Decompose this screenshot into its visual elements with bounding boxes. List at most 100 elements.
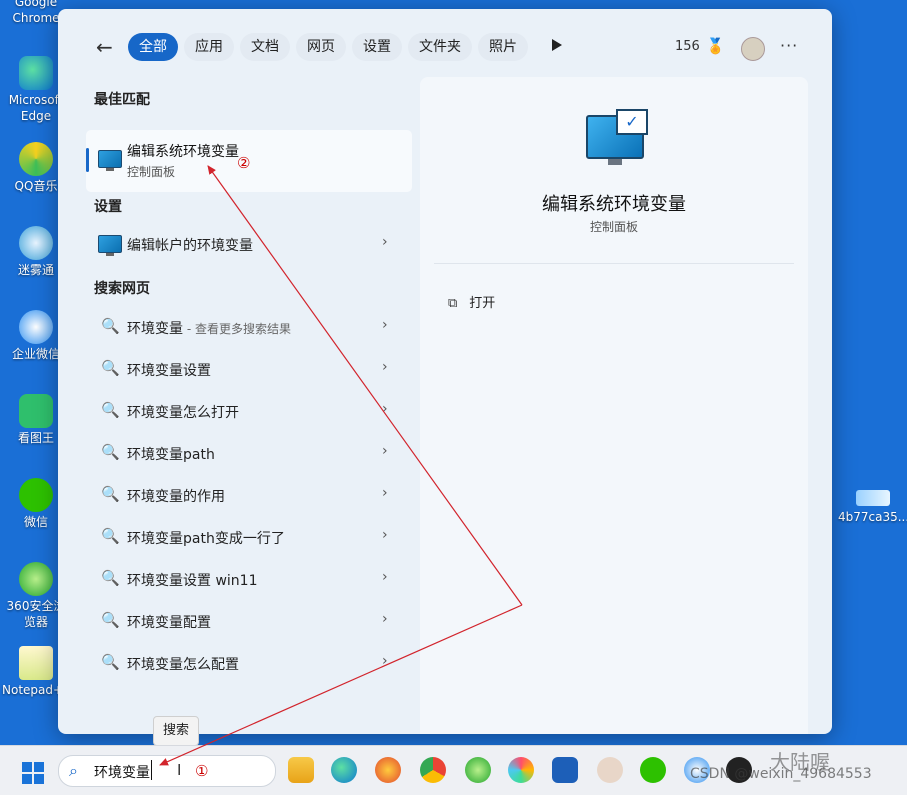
- settings-header: 设置: [94, 199, 122, 215]
- search-icon: 🔍: [101, 485, 120, 503]
- file-explorer-icon[interactable]: [288, 757, 314, 783]
- search-icon: 🔍: [101, 401, 120, 419]
- chevron-right-icon: ›: [382, 485, 388, 501]
- back-arrow-icon[interactable]: ←: [96, 35, 113, 59]
- web-result-item[interactable]: 🔍 环境变量设置 win11 ›: [86, 559, 412, 599]
- web-result-item[interactable]: 🔍 环境变量path ›: [86, 433, 412, 473]
- image-file-icon: [856, 490, 890, 506]
- tab-folders[interactable]: 文件夹: [408, 33, 472, 61]
- step-marker-2: ②: [237, 154, 251, 172]
- cube-app-icon[interactable]: [552, 757, 578, 783]
- windows-logo-icon: [22, 774, 32, 784]
- search-icon: 🔍: [101, 611, 120, 629]
- windows-logo-icon: [22, 762, 32, 772]
- desktop-icon-image-file[interactable]: 4b77ca35...: [838, 490, 907, 524]
- chevron-right-icon: ›: [382, 234, 388, 250]
- tab-settings[interactable]: 设置: [352, 33, 402, 61]
- search-icon: 🔍: [101, 527, 120, 545]
- taskbar: ⌕ 环境变量 I ① CSDN @weixin_49684553 大陆喔: [0, 745, 907, 795]
- web-result-label: 环境变量怎么打开: [127, 405, 239, 421]
- search-icon: ⌕: [69, 761, 78, 780]
- search-icon: 🔍: [101, 569, 120, 587]
- preview-pane: ✓ 编辑系统环境变量 控制面板 ⧉ 打开: [420, 77, 808, 734]
- chevron-right-icon: ›: [382, 611, 388, 627]
- step-marker-1: ①: [195, 762, 209, 780]
- search-panel: ← 全部 应用 文档 网页 设置 文件夹 照片 156 🏅 ··· 最佳匹配 编…: [58, 9, 832, 734]
- web-result-item[interactable]: 🔍 环境变量怎么打开 ›: [86, 391, 412, 431]
- filter-tab-bar: ← 全部 应用 文档 网页 设置 文件夹 照片 156 🏅 ···: [58, 9, 832, 87]
- preview-title: 编辑系统环境变量: [542, 194, 686, 215]
- wechat-icon[interactable]: [640, 757, 666, 783]
- web-result-label: 环境变量设置 win11: [127, 573, 258, 589]
- web-result-label: 环境变量path变成一行了: [127, 531, 285, 547]
- best-match-subtitle: 控制面板: [127, 165, 176, 179]
- rewards-medal-icon[interactable]: 🏅: [706, 37, 725, 55]
- web-result-item[interactable]: 🔍 环境变量path变成一行了 ›: [86, 517, 412, 557]
- firefox-icon[interactable]: [375, 757, 401, 783]
- web-result-query: 环境变量: [127, 321, 183, 337]
- web-result-item[interactable]: 🔍 环境变量怎么配置 ›: [86, 643, 412, 683]
- system-properties-icon: [98, 150, 122, 171]
- system-properties-large-icon: ✓: [586, 109, 648, 165]
- search-icon: 🔍: [101, 317, 120, 335]
- wecom-icon: [19, 310, 53, 344]
- notepad-plus-plus-icon: [19, 646, 53, 680]
- more-options-icon[interactable]: ···: [780, 36, 798, 55]
- web-result-label: 环境变量配置: [127, 615, 211, 631]
- colorful-app-icon[interactable]: [508, 757, 534, 783]
- search-icon: 🔍: [101, 359, 120, 377]
- web-result-item[interactable]: 🔍 环境变量 - 查看更多搜索结果 ›: [86, 307, 412, 347]
- best-match-header: 最佳匹配: [94, 92, 150, 108]
- chevron-right-icon: ›: [382, 527, 388, 543]
- rewards-points: 156: [675, 39, 700, 54]
- web-result-label: 环境变量怎么配置: [127, 657, 239, 673]
- browser-360-icon[interactable]: [465, 757, 491, 783]
- checkmark-icon: ✓: [616, 109, 648, 135]
- search-input[interactable]: 环境变量: [94, 762, 150, 782]
- settings-result-item[interactable]: 编辑帐户的环境变量 ›: [86, 224, 412, 264]
- web-result-label: 环境变量path: [127, 447, 215, 463]
- web-result-item[interactable]: 🔍 环境变量设置 ›: [86, 349, 412, 389]
- miwutong-icon: [19, 226, 53, 260]
- system-properties-icon: [98, 235, 122, 256]
- chevron-right-icon: ›: [382, 359, 388, 375]
- avatar-app-icon[interactable]: [597, 757, 623, 783]
- taskbar-search-box[interactable]: ⌕ 环境变量 I ①: [58, 755, 276, 787]
- qq-music-icon: [19, 142, 53, 176]
- tab-all[interactable]: 全部: [128, 33, 178, 61]
- tab-photos[interactable]: 照片: [478, 33, 528, 61]
- search-icon: 🔍: [101, 443, 120, 461]
- more-tabs-play-icon[interactable]: [552, 39, 562, 51]
- tab-documents[interactable]: 文档: [240, 33, 290, 61]
- ibeam-cursor-icon: I: [177, 761, 182, 779]
- web-result-hint: - 查看更多搜索结果: [183, 322, 291, 336]
- best-match-title: 编辑系统环境变量: [127, 144, 239, 160]
- preview-subtitle: 控制面板: [589, 220, 638, 234]
- edge-icon: [19, 56, 53, 90]
- chevron-right-icon: ›: [382, 317, 388, 333]
- tab-apps[interactable]: 应用: [184, 33, 234, 61]
- open-external-icon: ⧉: [448, 296, 458, 311]
- windows-logo-icon: [34, 774, 44, 784]
- open-action[interactable]: ⧉ 打开: [448, 292, 495, 311]
- open-action-label: 打开: [469, 296, 496, 311]
- web-search-header: 搜索网页: [94, 281, 150, 297]
- web-result-label: 环境变量设置: [127, 363, 211, 379]
- kantuwang-icon: [19, 394, 53, 428]
- avatar[interactable]: [741, 37, 765, 61]
- text-cursor: [151, 760, 152, 780]
- chrome-icon[interactable]: [420, 757, 446, 783]
- web-result-item[interactable]: 🔍 环境变量的作用 ›: [86, 475, 412, 515]
- windows-logo-icon: [34, 762, 44, 772]
- wechat-icon: [19, 478, 53, 512]
- search-icon: 🔍: [101, 653, 120, 671]
- edge-icon[interactable]: [331, 757, 357, 783]
- start-button[interactable]: [22, 762, 44, 784]
- web-result-item[interactable]: 🔍 环境变量配置 ›: [86, 601, 412, 641]
- divider: [434, 263, 794, 264]
- settings-result-label: 编辑帐户的环境变量: [127, 238, 253, 254]
- desktop-icon-label: 4b77ca35...: [838, 510, 907, 524]
- chevron-right-icon: ›: [382, 401, 388, 417]
- tab-web[interactable]: 网页: [296, 33, 346, 61]
- browser-360-icon: [19, 562, 53, 596]
